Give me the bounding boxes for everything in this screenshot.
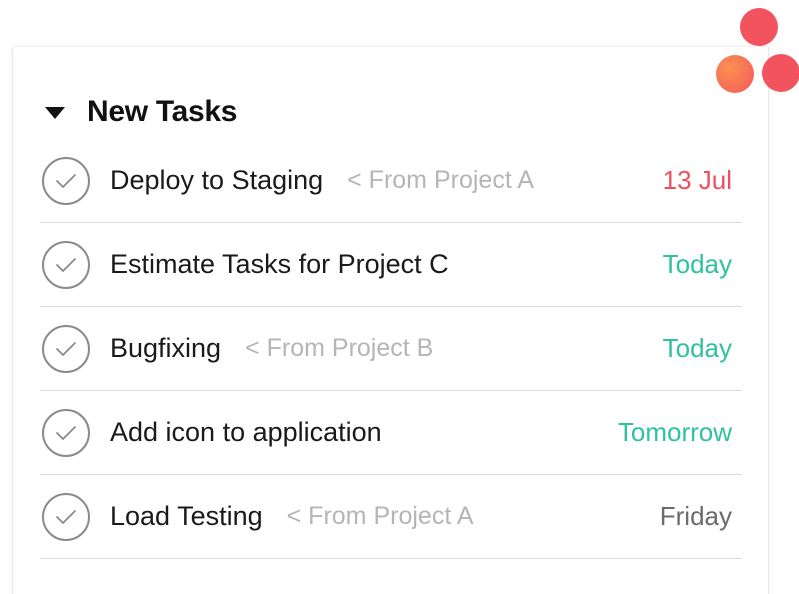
- task-due-date: 13 Jul: [662, 165, 732, 195]
- complete-check-icon[interactable]: [42, 324, 90, 373]
- task-name: Add icon to application: [110, 417, 382, 447]
- section-title: New Tasks: [87, 95, 238, 128]
- task-list: Deploy to Staging < From Project A 13 Ju…: [40, 139, 742, 559]
- task-due-date: Today: [662, 249, 732, 279]
- task-project-link[interactable]: < From Project B: [245, 334, 433, 363]
- task-name: Bugfixing: [110, 333, 222, 363]
- task-name: Estimate Tasks for Project C: [110, 249, 449, 279]
- complete-check-icon[interactable]: [42, 408, 90, 457]
- logo-dot-left: [716, 55, 754, 93]
- app-stage: New Tasks Deploy to Staging < From Proje…: [0, 0, 799, 594]
- task-due-date: Tomorrow: [617, 417, 732, 447]
- complete-check-icon[interactable]: [42, 240, 90, 289]
- complete-check-icon[interactable]: [42, 492, 90, 541]
- complete-check-icon[interactable]: [42, 156, 90, 205]
- logo-dot-right: [762, 54, 799, 92]
- caret-down-icon[interactable]: [45, 107, 65, 119]
- task-project-link[interactable]: < From Project A: [287, 502, 474, 531]
- task-name: Load Testing: [110, 501, 263, 531]
- task-row[interactable]: Estimate Tasks for Project C Today: [40, 223, 742, 307]
- task-project-link[interactable]: < From Project A: [347, 166, 534, 195]
- asana-logo: [714, 8, 799, 94]
- task-name: Deploy to Staging: [110, 165, 324, 195]
- task-due-date: Today: [662, 333, 732, 363]
- section-header-new-tasks[interactable]: New Tasks: [45, 92, 237, 132]
- task-due-date: Friday: [659, 501, 732, 531]
- task-row[interactable]: Bugfixing < From Project B Today: [40, 307, 742, 391]
- task-row[interactable]: Deploy to Staging < From Project A 13 Ju…: [40, 139, 742, 223]
- task-row[interactable]: Add icon to application Tomorrow: [40, 391, 742, 475]
- task-row[interactable]: Load Testing < From Project A Friday: [40, 475, 742, 559]
- logo-dot-top: [740, 8, 778, 46]
